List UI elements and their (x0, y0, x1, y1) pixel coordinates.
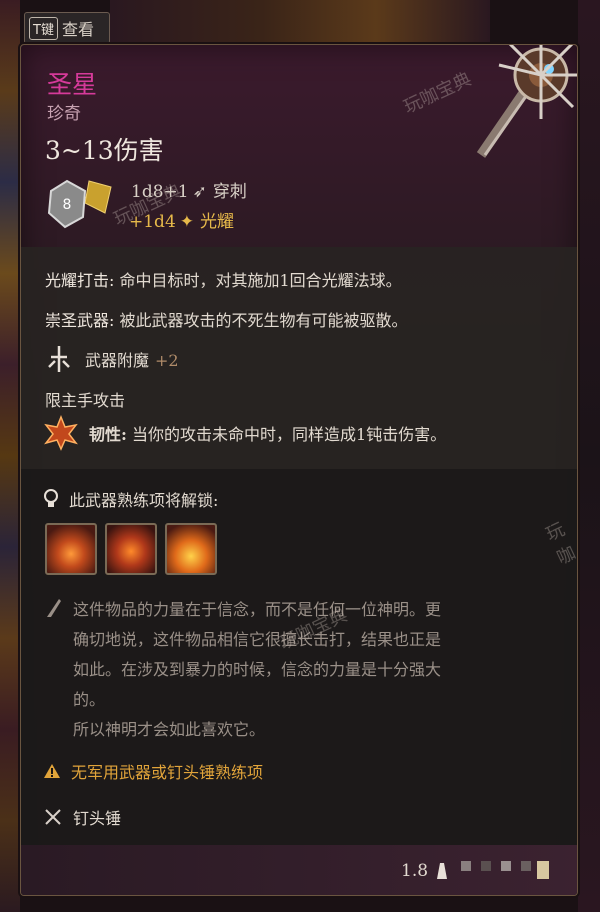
property-name: 韧性: (89, 425, 127, 444)
price-blur-4 (521, 861, 531, 871)
enchant-icon (48, 346, 70, 372)
hotkey-key: T键 (29, 16, 58, 40)
proficiency-header-row: 此武器熟练项将解锁: (43, 487, 218, 511)
inspect-hotkey-button[interactable]: T键 查看 (24, 12, 110, 44)
damage-type-2: 光耀 (200, 212, 235, 232)
damage-type-1: 穿刺 (212, 182, 247, 202)
proficiency-warning: 无军用武器或钉头锤熟练项 (43, 759, 263, 783)
weapon-action-icon-3[interactable] (165, 523, 217, 575)
damage-dice-icon: 8 (47, 179, 112, 229)
flavor-quill-icon (47, 599, 61, 617)
toughness-icon (44, 415, 78, 451)
weapon-action-icon-2[interactable] (105, 523, 157, 575)
price-blur-2 (481, 861, 491, 871)
weapon-action-icon-1[interactable] (45, 523, 97, 575)
flavor-line: 如此。在涉及到暴力的时候，信念的力量是十分强大 (73, 660, 442, 679)
price-blur-1 (461, 861, 471, 871)
property-holy-weapon: 崇圣武器: 被此武器攻击的不死生物有可能被驱散。 (45, 307, 408, 331)
weapon-type: 钉头锤 (73, 809, 122, 828)
property-text: 当你的攻击未命中时，同样造成1钝击伤害。 (132, 425, 447, 444)
property-radiant-strike: 光耀打击: 命中目标时，对其施加1回合光耀法球。 (45, 267, 402, 291)
morningstar-illustration (476, 45, 577, 158)
flavor-line: 所以神明才会如此喜欢它。 (73, 720, 266, 739)
hotkey-label: 查看 (61, 20, 94, 39)
tooltip-footer: 1.8 (21, 845, 577, 895)
property-name: 光耀打击: (45, 271, 115, 290)
property-text: 命中目标时，对其施加1回合光耀法球。 (119, 271, 402, 290)
warning-icon (44, 764, 60, 778)
weapon-type-row: 钉头锤 (43, 805, 121, 829)
radiant-icon: ✦ (179, 212, 195, 232)
item-tooltip-panel: 圣星 珍奇 3~13伤害 8 1d8+1 ➶ 穿刺 +1d4 ✦ 光耀 光耀打击: 命中… (20, 44, 578, 896)
dice-value: 8 (63, 197, 72, 213)
background-left-strip (0, 0, 20, 912)
item-name: 圣星 (47, 70, 98, 99)
item-rarity: 珍奇 (47, 104, 81, 124)
damage-range: 3~13伤害 (45, 136, 164, 165)
piercing-icon: ➶ (192, 182, 207, 202)
enchant-label: 武器附魔 +2 (85, 351, 179, 370)
enchant-row: 武器附魔 +2 (43, 343, 179, 375)
property-text: 被此武器攻击的不死生物有可能被驱散。 (119, 311, 408, 330)
item-weight: 1.8 (401, 861, 429, 881)
property-name: 崇圣武器: (45, 311, 115, 330)
flavor-line: 的。 (73, 690, 106, 709)
warning-text: 无军用武器或钉头锤熟练项 (71, 763, 264, 782)
proficiency-bulb-icon (44, 489, 58, 507)
price-blur-3 (501, 861, 511, 871)
properties-section: 光耀打击: 命中目标时，对其施加1回合光耀法球。 崇圣武器: 被此武器攻击的不死… (21, 247, 577, 469)
gold-coin-icon (537, 861, 549, 879)
crossed-weapons-icon (45, 809, 61, 825)
main-hand-only: 限主手攻击 (45, 391, 126, 410)
toughness-row: 韧性: 当你的攻击未命中时，同样造成1钝击伤害。 (43, 415, 446, 451)
background-right-strip (578, 0, 600, 912)
background-top-strip (110, 0, 490, 44)
proficiency-header: 此武器熟练项将解锁: (69, 491, 219, 510)
weight-icon (437, 863, 447, 879)
